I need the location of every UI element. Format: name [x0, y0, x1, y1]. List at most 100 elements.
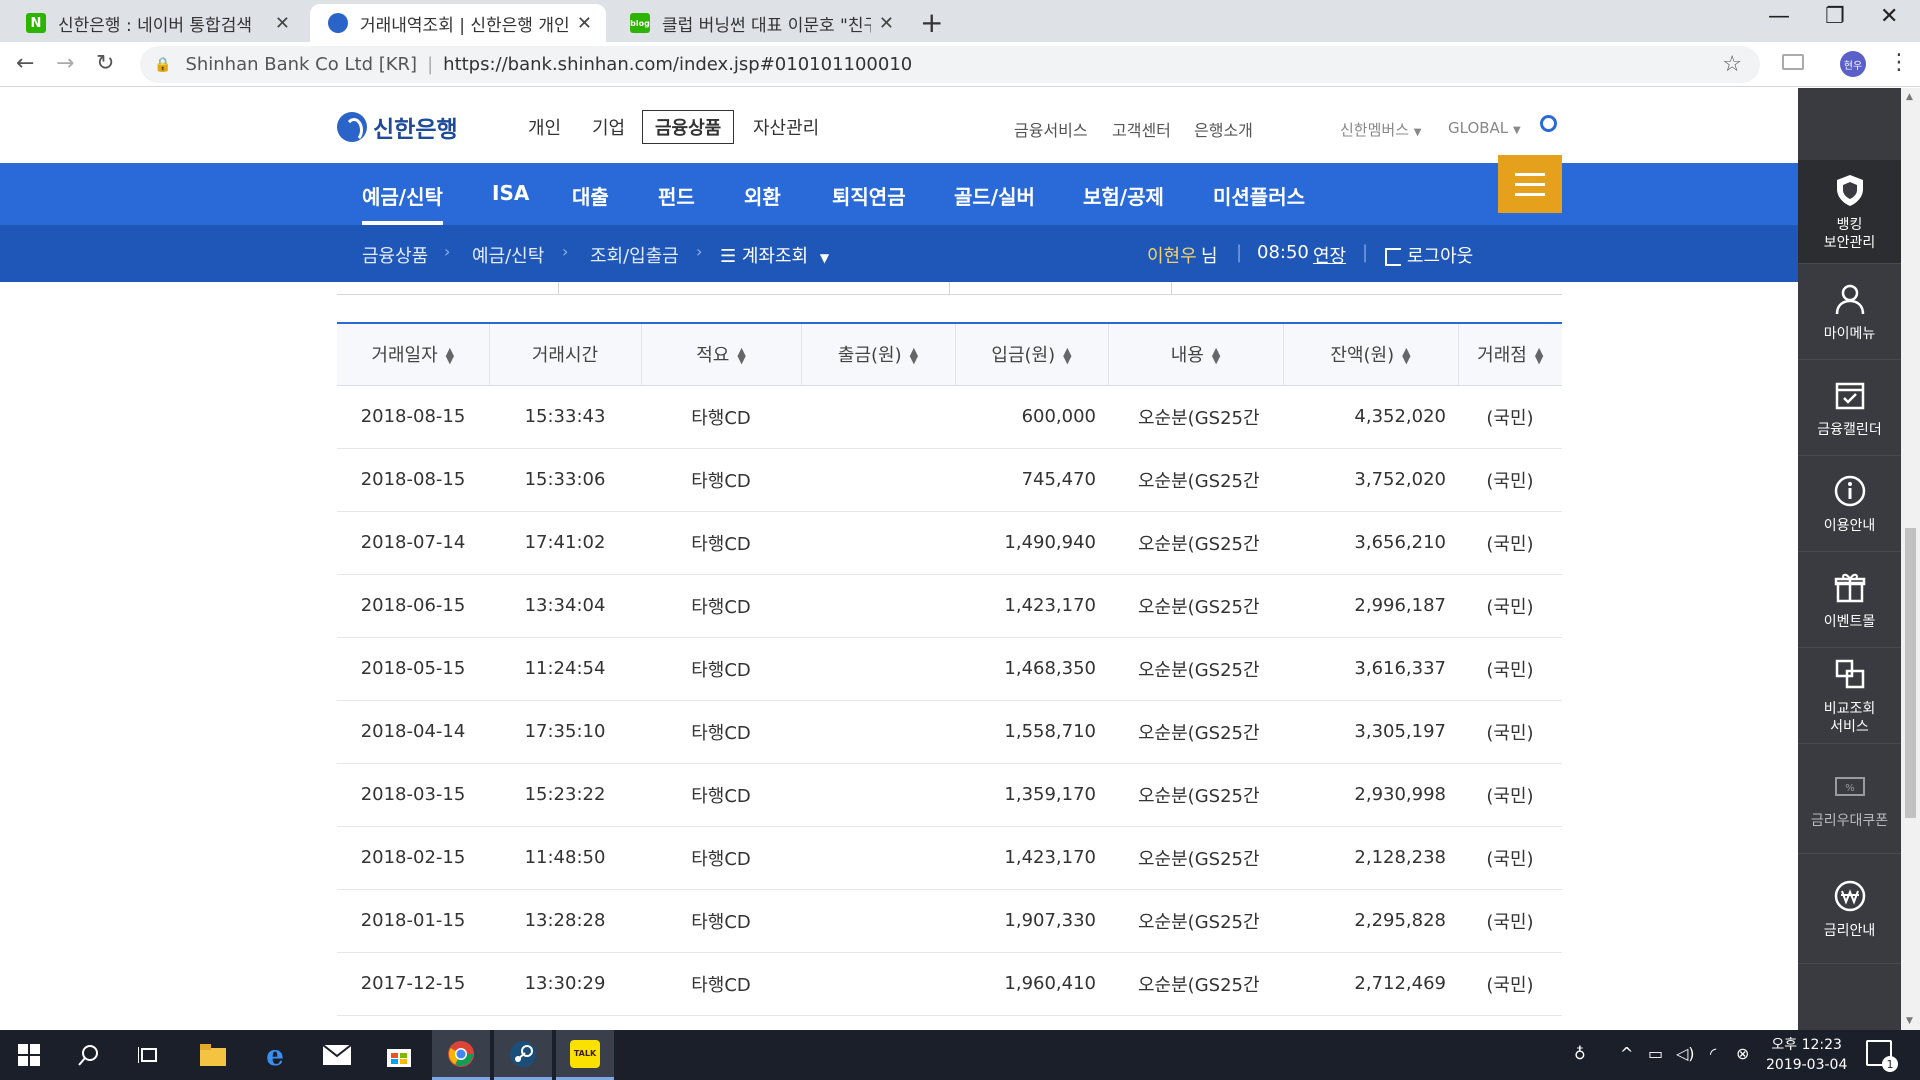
- nav-deposit-trust[interactable]: 예금/신탁: [362, 181, 443, 225]
- close-tab-icon[interactable]: ✕: [275, 13, 290, 34]
- shinhan-logo[interactable]: 신한은행: [337, 110, 458, 144]
- close-tab-icon[interactable]: ✕: [577, 13, 592, 34]
- sort-icon[interactable]: ▲ ▼: [737, 346, 745, 365]
- shinhan-members-dropdown[interactable]: 신한멤버스 ▼: [1340, 119, 1422, 140]
- steam-icon[interactable]: [494, 1030, 552, 1080]
- util-financial-services[interactable]: 금융서비스: [1014, 117, 1088, 141]
- file-explorer-icon[interactable]: [188, 1030, 238, 1080]
- sort-icon[interactable]: ▲ ▼: [910, 346, 918, 365]
- nav-isa[interactable]: ISA: [492, 181, 529, 205]
- breadcrumb-item[interactable]: 금융상품: [362, 242, 428, 268]
- kakaotalk-icon[interactable]: TALK: [556, 1030, 614, 1080]
- bookmark-star-icon[interactable]: ☆: [1722, 52, 1742, 77]
- maximize-icon[interactable]: ❐: [1825, 4, 1845, 29]
- hamburger-line: [1515, 172, 1545, 176]
- nav-fund[interactable]: 펀드: [658, 181, 695, 210]
- scroll-down-icon[interactable]: ▼: [1906, 1016, 1913, 1026]
- util-about-bank[interactable]: 은행소개: [1194, 117, 1253, 141]
- topnav-financial-products[interactable]: 금융상품: [642, 110, 735, 144]
- side-event-mall[interactable]: 이벤트몰: [1798, 552, 1901, 648]
- column-header-type[interactable]: 적요 ▲ ▼: [641, 323, 802, 386]
- cell-date: 2018-07-14: [337, 511, 489, 575]
- new-tab-button[interactable]: +: [920, 6, 943, 39]
- browser-tab-blog[interactable]: blog 클럽 버닝썬 대표 이문호 "친구 ( ✕: [612, 4, 908, 42]
- close-tab-icon[interactable]: ✕: [879, 13, 894, 34]
- column-header-date[interactable]: 거래일자 ▲ ▼: [337, 323, 490, 386]
- sort-icon[interactable]: ▲ ▼: [1535, 346, 1543, 365]
- breadcrumb-current: 계좌조회: [741, 246, 809, 267]
- side-banking-security[interactable]: 뱅킹 보안관리: [1798, 160, 1901, 264]
- side-my-menu[interactable]: 마이메뉴: [1798, 264, 1901, 360]
- action-center-icon[interactable]: 1: [1866, 1040, 1898, 1072]
- people-icon[interactable]: ♁: [1574, 1044, 1586, 1063]
- task-view-icon[interactable]: [124, 1030, 174, 1080]
- breadcrumb-item[interactable]: 조회/입출금: [590, 242, 679, 268]
- column-label: 잔액(원): [1330, 345, 1395, 367]
- column-header-balance[interactable]: 잔액(원) ▲ ▼: [1283, 323, 1459, 386]
- global-dropdown[interactable]: GLOBAL ▼: [1448, 119, 1521, 137]
- column-header-memo[interactable]: 내용 ▲ ▼: [1108, 323, 1284, 386]
- nav-loan[interactable]: 대출: [572, 181, 609, 210]
- nav-gold-silver[interactable]: 골드/실버: [954, 181, 1035, 210]
- page-scrollbar[interactable]: ▲ ▼: [1901, 88, 1920, 1030]
- forward-icon[interactable]: →: [56, 51, 74, 76]
- nav-pension[interactable]: 퇴직연금: [832, 181, 906, 210]
- nav-mission-plus[interactable]: 미션플러스: [1213, 181, 1305, 210]
- column-header-deposit[interactable]: 입금(원) ▲ ▼: [955, 323, 1109, 386]
- taskbar-search-icon[interactable]: [64, 1030, 114, 1080]
- topnav-asset-management[interactable]: 자산관리: [753, 114, 819, 140]
- search-icon[interactable]: [1540, 115, 1557, 132]
- hamburger-menu-button[interactable]: [1498, 155, 1562, 213]
- sort-icon[interactable]: ▲ ▼: [1063, 346, 1071, 365]
- back-icon[interactable]: ←: [16, 51, 34, 76]
- list-icon: ☰: [720, 246, 737, 267]
- chrome-taskbar-icon[interactable]: [432, 1030, 490, 1080]
- topnav-personal[interactable]: 개인: [528, 114, 561, 140]
- minimize-icon[interactable]: —: [1768, 4, 1790, 29]
- extend-session-button[interactable]: 연장: [1313, 242, 1346, 268]
- profile-avatar[interactable]: 현우: [1840, 51, 1866, 77]
- volume-icon[interactable]: ◁): [1676, 1044, 1695, 1063]
- breadcrumb-current-dropdown[interactable]: ☰ 계좌조회 ▼: [720, 242, 829, 268]
- reload-icon[interactable]: ↻: [96, 51, 114, 76]
- topnav-business[interactable]: 기업: [592, 114, 625, 140]
- logout-button[interactable]: 로그아웃: [1385, 242, 1473, 268]
- site-identity[interactable]: Shinhan Bank Co Ltd [KR]: [185, 54, 417, 75]
- browser-tab-naver[interactable]: N 신한은행 : 네이버 통합검색 ✕: [8, 4, 304, 42]
- url-text[interactable]: https://bank.shinhan.com/index.jsp#01010…: [443, 54, 912, 75]
- side-rate-info[interactable]: 금리안내: [1798, 854, 1901, 964]
- window-close-icon[interactable]: ✕: [1880, 4, 1898, 29]
- system-clock[interactable]: 오후 12:23 2019-03-04: [1766, 1035, 1847, 1075]
- nav-forex[interactable]: 외환: [744, 181, 781, 210]
- naver-icon: N: [26, 13, 46, 33]
- cast-icon[interactable]: [1782, 54, 1804, 70]
- side-compare-service[interactable]: 비교조회 서비스: [1798, 648, 1901, 744]
- chrome-menu-icon[interactable]: ⋮: [1888, 50, 1910, 75]
- sort-icon[interactable]: ▲ ▼: [1212, 346, 1220, 365]
- show-hidden-icons-icon[interactable]: ^: [1620, 1044, 1633, 1063]
- store-icon[interactable]: [374, 1030, 424, 1080]
- windows-start-icon[interactable]: [4, 1030, 54, 1080]
- side-financial-calendar[interactable]: 금융캘린더: [1798, 360, 1901, 456]
- table-row: 2018-08-15 15:33:06 타행CD 745,470 오순분(GS2…: [337, 448, 1562, 512]
- util-customer-center[interactable]: 고객센터: [1112, 117, 1171, 141]
- wifi-icon[interactable]: ◜: [1710, 1044, 1716, 1063]
- scrollbar-thumb[interactable]: [1905, 528, 1916, 818]
- battery-icon[interactable]: ▭: [1648, 1044, 1663, 1063]
- divider: [1171, 282, 1172, 294]
- browser-tab-shinhan[interactable]: 거래내역조회 | 신한은행 개인뱅 ✕: [310, 4, 606, 42]
- breadcrumb-item[interactable]: 예금/신탁: [472, 242, 544, 268]
- url-bar[interactable]: 🔒 Shinhan Bank Co Ltd [KR] | https://ban…: [140, 46, 1760, 83]
- edge-browser-icon[interactable]: e: [250, 1030, 300, 1080]
- column-header-withdraw[interactable]: 출금(원) ▲ ▼: [801, 323, 956, 386]
- mail-icon[interactable]: [312, 1030, 362, 1080]
- no-connection-icon[interactable]: ⊗: [1736, 1044, 1749, 1063]
- sort-icon[interactable]: ▲ ▼: [1402, 346, 1410, 365]
- sort-icon[interactable]: ▲ ▼: [446, 346, 454, 365]
- nav-insurance[interactable]: 보험/공제: [1083, 181, 1164, 210]
- scroll-up-icon[interactable]: ▲: [1906, 92, 1913, 102]
- side-usage-guide[interactable]: 이용안내: [1798, 456, 1901, 552]
- cell-branch: (국민): [1458, 826, 1562, 890]
- side-rate-coupon[interactable]: % 금리우대쿠폰: [1798, 744, 1901, 854]
- column-header-branch[interactable]: 거래점 ▲ ▼: [1458, 323, 1562, 386]
